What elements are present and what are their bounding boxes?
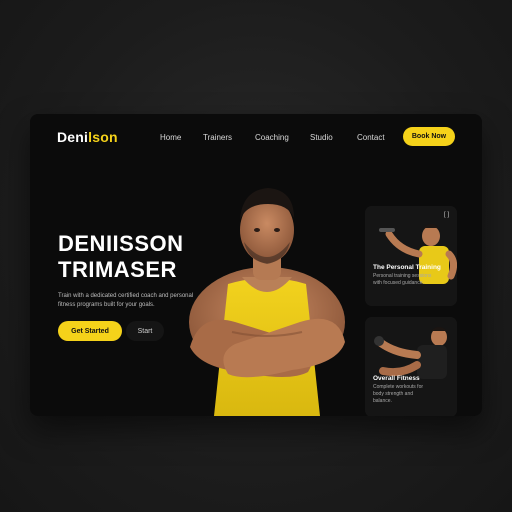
nav-link-contact[interactable]: Contact <box>357 133 385 142</box>
card-photo <box>365 206 457 306</box>
get-started-button[interactable]: Get Started <box>58 321 122 341</box>
start-button[interactable]: Start <box>126 321 164 341</box>
brand-name-accent: lson <box>88 129 118 145</box>
card-badge: [ ] <box>443 212 449 218</box>
card-description: Personal training sessions with focused … <box>373 273 432 286</box>
hero-title-line1: DENIISSON <box>58 231 184 256</box>
nav-link-coaching[interactable]: Coaching <box>255 133 289 142</box>
hero-description: Train with a dedicated certified coach a… <box>58 293 194 308</box>
hero-title-line2: TRIMASER <box>58 257 177 282</box>
hero-title: DENIISSON TRIMASER <box>58 231 184 283</box>
brand-name-main: Deni <box>57 129 89 145</box>
card-title: Overall Fitness <box>373 375 420 382</box>
card-description: Complete workouts for body strength and … <box>373 384 424 404</box>
brand-logo[interactable]: Denilson <box>57 129 118 145</box>
trainer-photo <box>189 188 345 416</box>
service-card-overall-fitness[interactable]: Overall Fitness Complete workouts for bo… <box>365 317 457 416</box>
nav-link-trainers[interactable]: Trainers <box>203 133 232 142</box>
website-window: Denilson Home Trainers Coaching Studio C… <box>30 114 482 416</box>
service-card-personal-training[interactable]: [ ] The Personal Training Personal train… <box>365 206 457 306</box>
nav-link-home[interactable]: Home <box>160 133 181 142</box>
nav-link-studio[interactable]: Studio <box>310 133 333 142</box>
book-now-button[interactable]: Book Now <box>403 127 455 146</box>
card-title: The Personal Training <box>373 264 441 271</box>
